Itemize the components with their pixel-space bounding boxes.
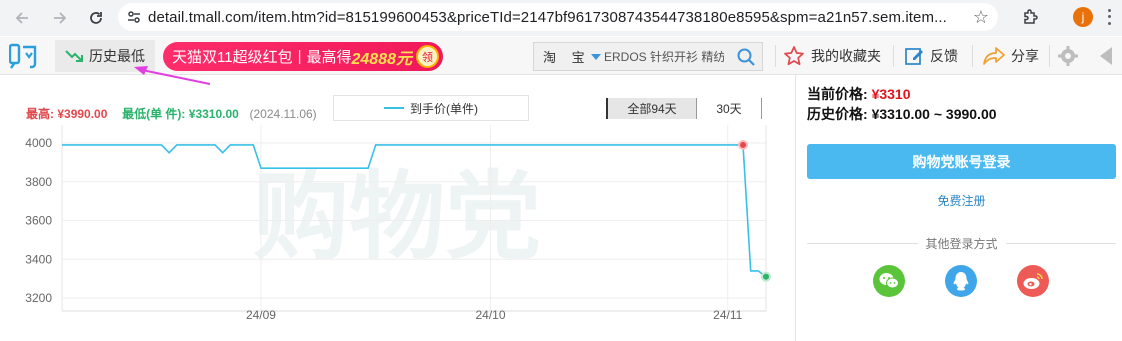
trend-down-icon	[65, 50, 83, 62]
max-price-marker	[738, 139, 749, 150]
y-tick-label: 4000	[25, 136, 52, 150]
gouwudang-logo-icon[interactable]	[8, 43, 39, 69]
favorites-button[interactable]: 我的收藏夹	[783, 43, 881, 69]
current-price-value: ¥3310	[871, 86, 911, 102]
promo-max-label: 最高得	[306, 49, 352, 66]
low-price-date: (2024.11.06)	[249, 107, 317, 121]
tab-30-days[interactable]: 30天	[696, 98, 762, 119]
legend-label: 到手价(单件)	[410, 101, 478, 116]
history-price-range: ¥3310.00 ~ 3990.00	[871, 106, 997, 122]
promo-amount: 24888元	[351, 50, 413, 68]
forward-icon[interactable]	[46, 4, 74, 32]
share-label: 分享	[1011, 48, 1039, 64]
y-tick-label: 3800	[25, 175, 52, 189]
weibo-icon[interactable]	[1017, 265, 1049, 297]
wechat-icon[interactable]	[873, 265, 905, 297]
x-tick-label: 24/11	[713, 308, 742, 322]
chevron-down-icon	[590, 53, 601, 60]
reload-icon[interactable]	[82, 4, 110, 32]
high-price-label: 最高:	[26, 107, 54, 121]
share-arrow-icon	[983, 47, 1005, 65]
site-settings-icon[interactable]	[120, 3, 148, 31]
low-price-value: ¥3310.00	[188, 107, 239, 121]
current-price-line: 当前价格: ¥3310	[807, 84, 911, 104]
search-input[interactable]: ERDOS 针织开衫 精纺	[604, 48, 724, 65]
chart-watermark: 购物党	[253, 161, 541, 273]
low-price-label: 最低(单 件):	[122, 107, 186, 121]
bookmark-star-icon[interactable]: ☆	[970, 6, 992, 28]
range-tabs: 全部94天 30天	[606, 98, 762, 119]
toolbar-divider	[775, 45, 776, 67]
toolbar-divider	[1049, 45, 1050, 67]
other-login-title: 其他登录方式	[925, 237, 998, 251]
profile-avatar[interactable]: j	[1073, 7, 1093, 27]
legend-swatch	[384, 107, 404, 109]
history-price-label: 历史价格:	[807, 106, 868, 122]
browser-toolbar: detail.tmall.com/item.htm?id=81519960045…	[0, 0, 1122, 36]
y-tick-label: 3400	[25, 252, 52, 266]
search-icon[interactable]	[736, 47, 756, 70]
edit-icon	[905, 48, 923, 65]
current-price-label: 当前价格:	[807, 86, 868, 102]
address-bar[interactable]: detail.tmall.com/item.htm?id=81519960045…	[118, 3, 998, 31]
price-history-chart[interactable]: 购物党 3200 3400 3600 3800 4000 24/09 24/10 24/11	[0, 125, 790, 341]
toolbar-divider	[893, 45, 894, 67]
high-price-value: ¥3990.00	[57, 107, 108, 121]
chart-legend[interactable]: 到手价(单件)	[333, 95, 529, 121]
star-outline-icon	[784, 46, 804, 66]
platform-label: 淘 宝	[543, 50, 591, 65]
login-button[interactable]: 购物党账号登录	[807, 144, 1116, 179]
x-tick-label: 24/09	[246, 308, 276, 322]
back-icon[interactable]	[8, 4, 36, 32]
collapse-arrow-icon[interactable]	[1100, 47, 1112, 65]
url-text[interactable]: detail.tmall.com/item.htm?id=81519960045…	[148, 9, 948, 26]
tab-all-94-days[interactable]: 全部94天	[606, 98, 696, 119]
platform-select[interactable]: 淘 宝	[534, 47, 604, 66]
qq-icon[interactable]	[945, 265, 977, 297]
feedback-button[interactable]: 反馈	[904, 43, 958, 69]
compare-search-box[interactable]: 淘 宝 ERDOS 针织开衫 精纺	[533, 42, 763, 71]
other-login-divider: 其他登录方式	[807, 235, 1117, 252]
login-panel: 当前价格: ¥3310 历史价格: ¥3310.00 ~ 3990.00 购物党…	[795, 75, 1122, 341]
toolbar-divider	[972, 45, 973, 67]
browser-menu-icon[interactable]	[1104, 7, 1114, 27]
promo-separator: |	[297, 48, 302, 65]
min-price-marker	[761, 271, 771, 282]
share-button[interactable]: 分享	[983, 43, 1039, 69]
extensions-icon[interactable]	[1018, 5, 1042, 29]
feedback-label: 反馈	[930, 48, 958, 64]
y-tick-label: 3600	[25, 214, 52, 228]
register-link[interactable]: 免费注册	[807, 192, 1116, 209]
claim-badge[interactable]: 领	[416, 45, 439, 68]
gear-icon[interactable]	[1057, 45, 1079, 72]
x-tick-label: 24/10	[476, 308, 506, 322]
annotation-arrow-icon	[134, 66, 211, 85]
y-tick-label: 3200	[25, 291, 52, 305]
favorites-label: 我的收藏夹	[811, 48, 881, 64]
price-summary: 最高: ¥3990.00 最低(单 件): ¥3310.00 (2024.11.…	[26, 105, 317, 122]
history-price-line: 历史价格: ¥3310.00 ~ 3990.00	[807, 104, 997, 124]
